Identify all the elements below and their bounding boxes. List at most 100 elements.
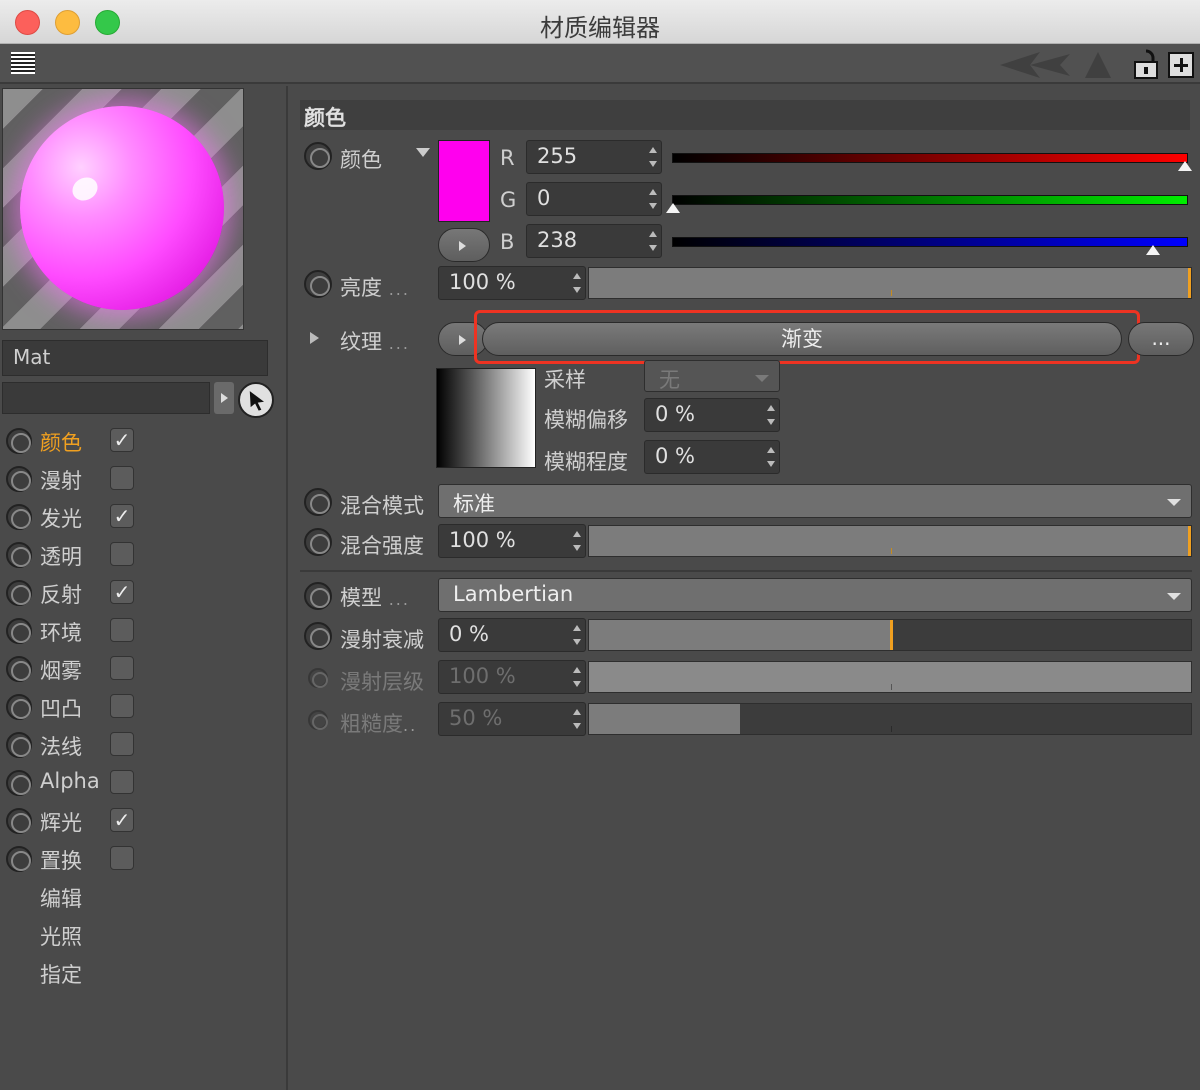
blur-offset-field[interactable]: 0 % xyxy=(644,398,780,432)
r-slider[interactable] xyxy=(672,153,1188,163)
diffuse-falloff-slider[interactable] xyxy=(588,619,1192,651)
channel-radio[interactable] xyxy=(6,770,32,796)
diffuse-level-slider[interactable] xyxy=(588,661,1192,693)
g-spinner-icon[interactable] xyxy=(649,189,657,209)
color-picker-button[interactable] xyxy=(438,228,490,262)
g-value-field[interactable]: 0 xyxy=(526,182,662,216)
channel-checkbox[interactable] xyxy=(110,618,134,642)
channel-checkbox[interactable] xyxy=(110,694,134,718)
channel-item-color[interactable]: 颜色 ✓ xyxy=(0,422,288,460)
gradient-thumbnail[interactable] xyxy=(436,368,536,468)
channel-radio[interactable] xyxy=(6,580,32,606)
channel-radio[interactable] xyxy=(6,466,32,492)
channel-item-bump[interactable]: 凹凸 xyxy=(0,688,288,726)
roughness-field[interactable]: 50 % xyxy=(438,702,586,736)
sampling-dropdown[interactable]: 无 xyxy=(644,360,780,392)
blur-offset-spinner-icon[interactable] xyxy=(767,405,775,425)
g-slider-handle[interactable] xyxy=(666,203,680,213)
mix-strength-slider-knob[interactable] xyxy=(1188,526,1191,556)
channel-item-environment[interactable]: 环境 xyxy=(0,612,288,650)
brightness-radio[interactable] xyxy=(304,270,332,298)
diffuse-falloff-field[interactable]: 0 % xyxy=(438,618,586,652)
channel-checkbox[interactable] xyxy=(110,732,134,756)
channel-radio[interactable] xyxy=(6,846,32,872)
channel-item-fog[interactable]: 烟雾 xyxy=(0,650,288,688)
blur-scale-field[interactable]: 0 % xyxy=(644,440,780,474)
material-name-field[interactable]: Mat xyxy=(2,340,268,376)
mix-mode-radio[interactable] xyxy=(304,488,332,516)
pointer-icon[interactable] xyxy=(238,382,274,418)
brightness-field[interactable]: 100 % xyxy=(438,266,586,300)
roughness-slider[interactable] xyxy=(588,703,1192,735)
b-spinner-icon[interactable] xyxy=(649,231,657,251)
grip-icon[interactable] xyxy=(11,52,35,74)
roughness-spinner-icon[interactable] xyxy=(573,709,581,729)
channel-item-luminance[interactable]: 发光 ✓ xyxy=(0,498,288,536)
channel-checkbox[interactable] xyxy=(110,542,134,566)
diffuse-level-field[interactable]: 100 % xyxy=(438,660,586,694)
diffuse-level-radio[interactable] xyxy=(308,668,328,688)
editor-item[interactable]: 编辑 xyxy=(0,878,288,916)
channel-radio[interactable] xyxy=(6,808,32,834)
channel-checkbox[interactable] xyxy=(110,770,134,794)
texture-disclosure-icon[interactable] xyxy=(310,332,319,344)
channel-radio[interactable] xyxy=(6,504,32,530)
channel-item-diffuse[interactable]: 漫射 xyxy=(0,460,288,498)
b-value-field[interactable]: 238 xyxy=(526,224,662,258)
channel-item-alpha[interactable]: Alpha xyxy=(0,764,288,802)
diffuse-falloff-spinner-icon[interactable] xyxy=(573,625,581,645)
roughness-radio[interactable] xyxy=(308,710,328,730)
channel-radio[interactable] xyxy=(6,428,32,454)
r-spinner-icon[interactable] xyxy=(649,147,657,167)
channel-checkbox[interactable]: ✓ xyxy=(110,504,134,528)
illumination-item[interactable]: 光照 xyxy=(0,916,288,954)
b-label: B xyxy=(500,230,515,254)
channel-radio[interactable] xyxy=(6,618,32,644)
channel-radio[interactable] xyxy=(6,732,32,758)
search-arrow-button[interactable] xyxy=(214,382,234,414)
channel-search-input[interactable] xyxy=(2,382,210,414)
color-mode-caret-icon[interactable] xyxy=(416,148,430,158)
mix-mode-dropdown[interactable]: 标准 xyxy=(438,484,1192,518)
channel-checkbox[interactable]: ✓ xyxy=(110,580,134,604)
channel-item-glow[interactable]: 辉光 ✓ xyxy=(0,802,288,840)
channel-checkbox[interactable] xyxy=(110,846,134,870)
channel-checkbox[interactable]: ✓ xyxy=(110,808,134,832)
channel-item-reflection[interactable]: 反射 ✓ xyxy=(0,574,288,612)
navigation-arrows-icon[interactable] xyxy=(990,50,1120,80)
g-slider[interactable] xyxy=(672,195,1188,205)
channel-radio[interactable] xyxy=(6,694,32,720)
diffuse-falloff-radio[interactable] xyxy=(304,622,332,650)
brightness-slider[interactable] xyxy=(588,267,1192,299)
unlock-icon[interactable] xyxy=(1132,48,1160,80)
channel-checkbox[interactable] xyxy=(110,656,134,680)
channel-radio[interactable] xyxy=(6,542,32,568)
channel-checkbox[interactable] xyxy=(110,466,134,490)
r-value-field[interactable]: 255 xyxy=(526,140,662,174)
blur-scale-spinner-icon[interactable] xyxy=(767,447,775,467)
texture-browse-button[interactable]: ... xyxy=(1128,322,1194,356)
material-preview[interactable] xyxy=(2,88,244,330)
diffuse-falloff-slider-knob[interactable] xyxy=(890,620,893,650)
model-dropdown[interactable]: Lambertian xyxy=(438,578,1192,612)
brightness-slider-knob[interactable] xyxy=(1188,268,1191,298)
model-radio[interactable] xyxy=(304,582,332,610)
r-slider-handle[interactable] xyxy=(1178,161,1192,171)
channel-item-displacement[interactable]: 置换 xyxy=(0,840,288,878)
brightness-spinner-icon[interactable] xyxy=(573,273,581,293)
mix-strength-field[interactable]: 100 % xyxy=(438,524,586,558)
new-window-icon[interactable] xyxy=(1168,52,1194,78)
assignment-item[interactable]: 指定 xyxy=(0,954,288,992)
diffuse-level-spinner-icon[interactable] xyxy=(573,667,581,687)
channel-item-transparency[interactable]: 透明 xyxy=(0,536,288,574)
mix-strength-spinner-icon[interactable] xyxy=(573,531,581,551)
mix-strength-radio[interactable] xyxy=(304,528,332,556)
channel-radio[interactable] xyxy=(6,656,32,682)
channel-item-normal[interactable]: 法线 xyxy=(0,726,288,764)
b-slider[interactable] xyxy=(672,237,1188,247)
channel-checkbox[interactable]: ✓ xyxy=(110,428,134,452)
color-swatch[interactable] xyxy=(438,140,490,222)
b-slider-handle[interactable] xyxy=(1146,245,1160,255)
mix-strength-slider[interactable] xyxy=(588,525,1192,557)
color-radio[interactable] xyxy=(304,142,332,170)
